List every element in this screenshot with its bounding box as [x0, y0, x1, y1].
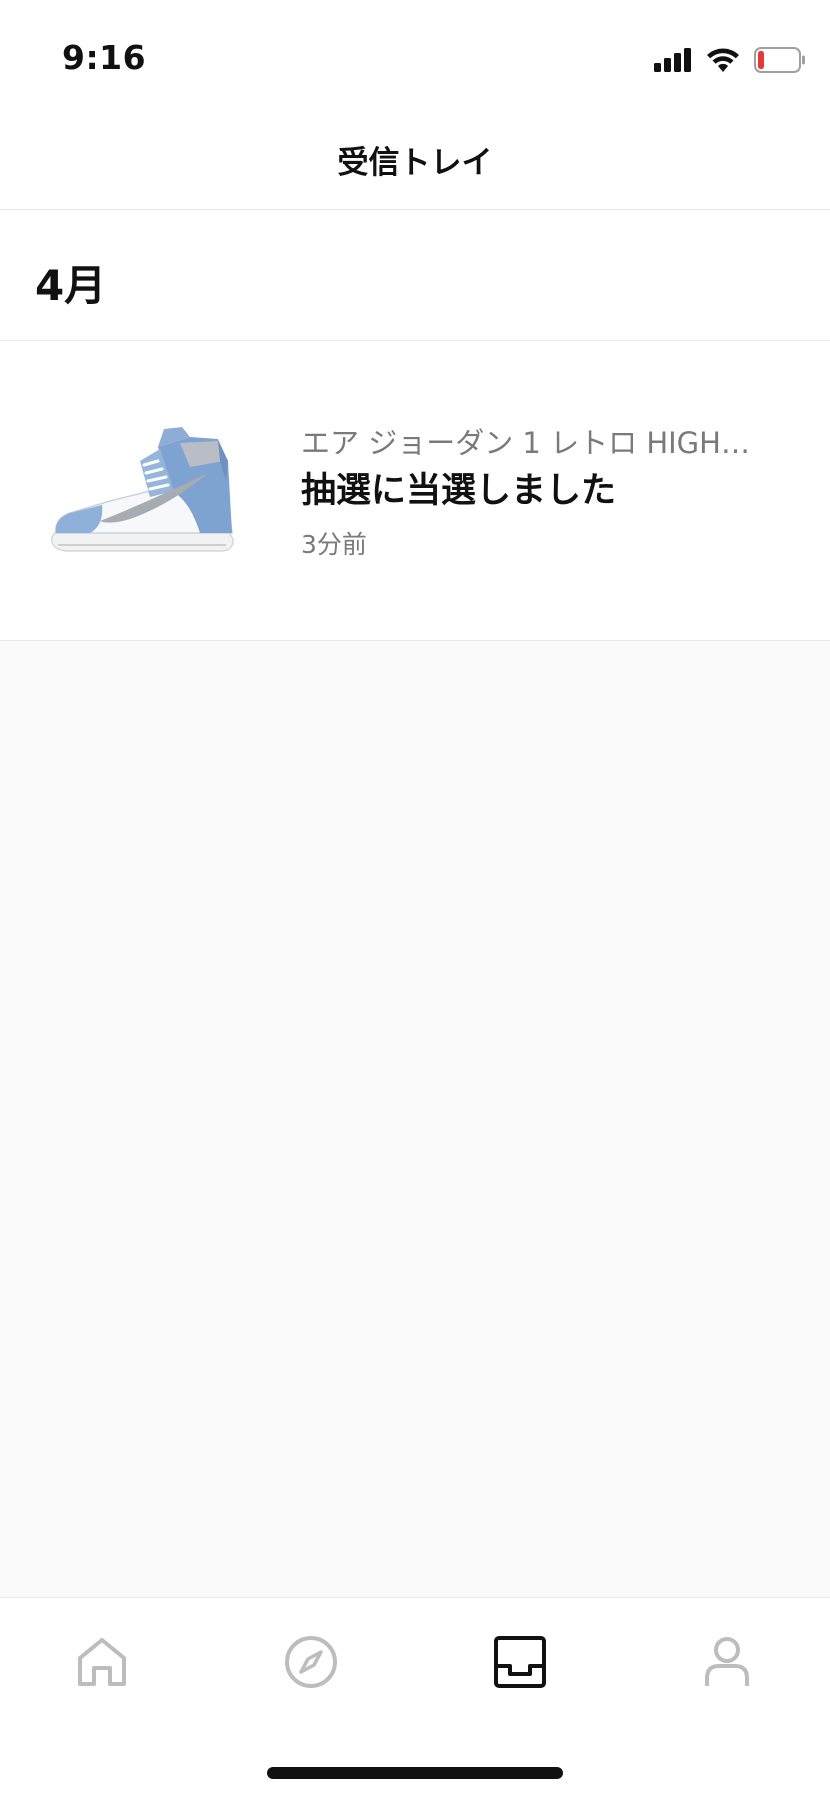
inbox-item-time: 3分前	[301, 530, 367, 559]
tab-discover[interactable]	[281, 1632, 341, 1692]
status-icons	[654, 40, 806, 80]
profile-icon	[705, 1637, 749, 1686]
page-title: 受信トレイ	[337, 145, 493, 181]
sneaker-thumbnail	[51, 427, 234, 552]
status-bar: 9:16	[0, 0, 830, 110]
section-title: 4月	[35, 261, 107, 310]
inbox-icon	[494, 1636, 546, 1688]
inbox-item-subtitle: エア ジョーダン 1 レトロ HIGH…	[301, 426, 750, 460]
tab-profile[interactable]	[697, 1632, 757, 1692]
battery-low-icon	[754, 47, 805, 73]
home-icon	[78, 1638, 126, 1686]
nav-header: 受信トレイ	[0, 110, 830, 210]
compass-icon	[285, 1636, 337, 1688]
section-header: 4月	[0, 210, 830, 341]
tab-inbox[interactable]	[490, 1632, 550, 1692]
status-time: 9:16	[62, 38, 147, 77]
home-indicator[interactable]	[267, 1767, 563, 1779]
tab-home[interactable]	[72, 1632, 132, 1692]
wifi-icon	[707, 48, 739, 72]
inbox-item-title: 抽選に当選しました	[301, 471, 617, 511]
inbox-item-text: エア ジョーダン 1 レトロ HIGH… 抽選に当選しました 3分前	[301, 423, 791, 561]
cellular-signal-icon	[654, 48, 691, 72]
inbox-item[interactable]: エア ジョーダン 1 レトロ HIGH… 抽選に当選しました 3分前	[0, 341, 830, 641]
